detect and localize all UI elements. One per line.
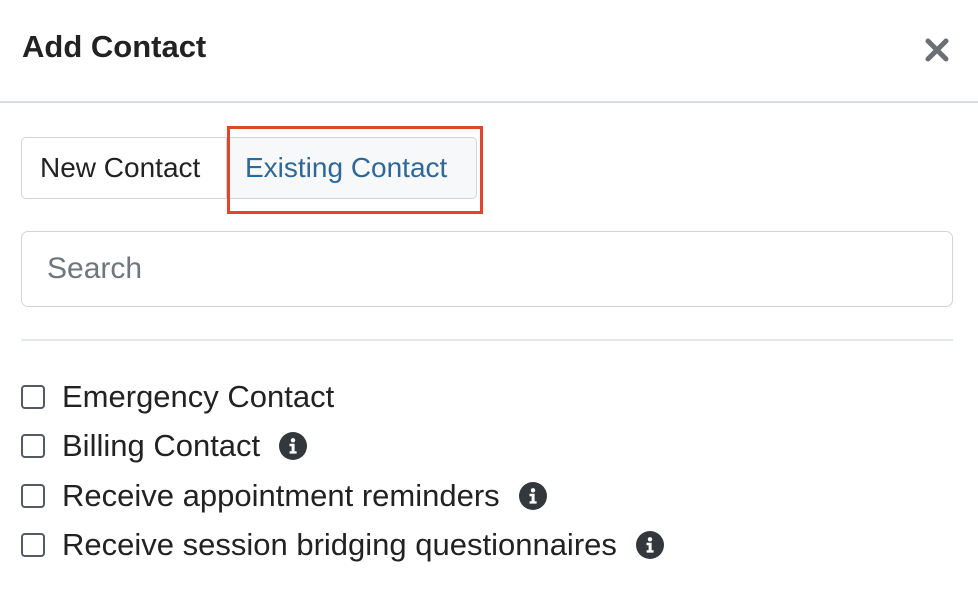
tab-existing-contact[interactable]: Existing Contact	[227, 137, 477, 199]
option-label[interactable]: Receive session bridging questionnaires	[62, 527, 617, 563]
modal-title: Add Contact	[22, 29, 207, 64]
emergency-contact-checkbox[interactable]	[21, 384, 45, 409]
info-icon[interactable]	[279, 432, 308, 461]
search-input[interactable]	[21, 231, 953, 307]
option-label[interactable]: Emergency Contact	[62, 379, 334, 415]
divider	[21, 339, 953, 341]
modal-header: Add Contact	[0, 0, 978, 103]
session-bridging-questionnaires-checkbox[interactable]	[21, 533, 45, 558]
option-label[interactable]: Receive appointment reminders	[62, 478, 500, 514]
close-button[interactable]	[918, 31, 956, 69]
info-icon[interactable]	[635, 531, 664, 560]
tab-new-contact[interactable]: New Contact	[21, 137, 227, 199]
contact-type-tabs: New Contact Existing Contact	[21, 137, 477, 199]
option-appointment-reminders: Receive appointment reminders	[21, 471, 664, 521]
close-icon	[925, 38, 949, 62]
option-emergency-contact: Emergency Contact	[21, 372, 664, 422]
appointment-reminders-checkbox[interactable]	[21, 483, 45, 508]
option-billing-contact: Billing Contact	[21, 422, 664, 472]
contact-options: Emergency Contact Billing Contact Receiv…	[21, 372, 664, 570]
add-contact-modal: Add Contact New Contact Existing Contact…	[0, 0, 978, 590]
option-session-bridging-questionnaires: Receive session bridging questionnaires	[21, 521, 664, 571]
info-icon[interactable]	[518, 481, 547, 510]
billing-contact-checkbox[interactable]	[21, 434, 45, 459]
option-label[interactable]: Billing Contact	[62, 428, 260, 464]
